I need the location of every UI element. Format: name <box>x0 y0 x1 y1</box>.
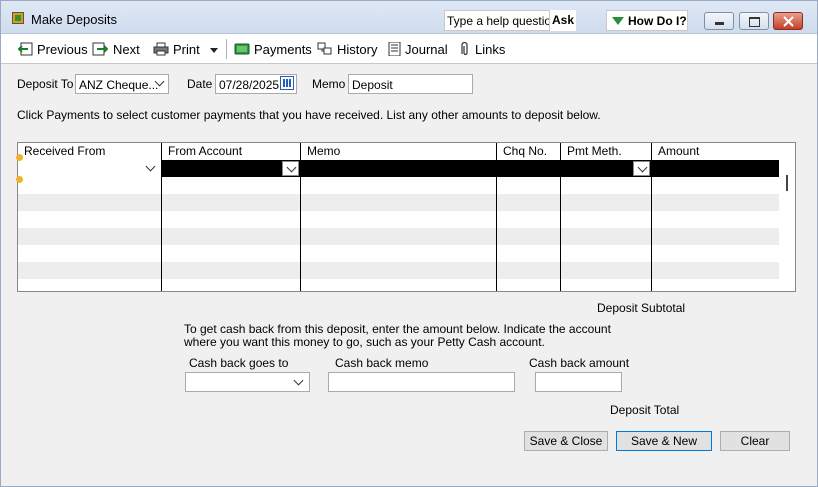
print-label: Print <box>173 42 200 57</box>
clear-button[interactable]: Clear <box>720 431 790 451</box>
app-icon <box>12 12 24 24</box>
cash-back-memo-input[interactable] <box>328 372 515 392</box>
cash-back-amount-input[interactable] <box>535 372 622 392</box>
column-header-received-from: Received From <box>24 144 106 158</box>
toolbar: Previous Next Print Payments History Jou… <box>1 34 817 64</box>
instructions-text: Click Payments to select customer paymen… <box>17 108 601 122</box>
how-do-i-label: How Do I? <box>628 14 687 28</box>
cash-back-amount-label: Cash back amount <box>529 356 630 370</box>
close-icon <box>783 16 794 27</box>
printer-icon <box>153 42 169 56</box>
column-header-pmt-meth: Pmt Meth. <box>567 144 622 158</box>
next-label: Next <box>113 42 140 57</box>
row-marker-icon <box>16 176 23 183</box>
history-icon <box>317 42 332 55</box>
selected-row-highlight <box>162 160 779 177</box>
make-deposits-window: Make Deposits Type a help question Ask H… <box>0 0 818 487</box>
previous-arrow-icon <box>18 42 33 56</box>
memo-label: Memo <box>312 77 346 91</box>
column-header-amount: Amount <box>658 144 700 158</box>
table-row[interactable] <box>18 228 779 245</box>
table-row[interactable] <box>18 279 779 291</box>
save-new-button[interactable]: Save & New <box>616 431 712 451</box>
memo-value: Deposit <box>352 78 393 92</box>
deposit-table[interactable]: Received From From Account Memo Chq No. … <box>17 142 796 292</box>
memo-input[interactable]: Deposit <box>348 74 473 94</box>
maximize-icon <box>749 17 760 27</box>
from-account-dropdown-button[interactable] <box>282 161 299 176</box>
chevron-down-icon <box>293 375 304 386</box>
cash-back-account-select[interactable] <box>185 372 310 392</box>
toolbar-separator <box>226 39 227 59</box>
history-label: History <box>337 42 378 57</box>
deposit-total-label: Deposit Total <box>610 403 680 417</box>
print-button[interactable]: Print <box>153 42 205 58</box>
previous-button[interactable]: Previous <box>18 42 88 58</box>
maximize-button[interactable] <box>739 12 769 30</box>
pmt-meth-dropdown-button[interactable] <box>633 161 650 176</box>
next-button[interactable]: Next <box>92 42 140 58</box>
minimize-icon <box>715 22 724 25</box>
previous-label: Previous <box>37 42 88 57</box>
cash-back-instruction-line2: where you want this money to go, such as… <box>184 335 545 349</box>
cash-back-goes-to-label: Cash back goes to <box>189 356 289 370</box>
payments-label: Payments <box>254 42 312 57</box>
links-label: Links <box>475 42 506 57</box>
history-button[interactable]: History <box>317 42 377 58</box>
deposit-to-label: Deposit To <box>17 77 74 91</box>
cash-back-memo-label: Cash back memo <box>335 356 429 370</box>
minimize-button[interactable] <box>704 12 734 30</box>
table-row[interactable] <box>18 177 779 194</box>
table-row[interactable] <box>18 194 779 211</box>
table-row[interactable] <box>18 245 779 262</box>
column-header-from-account: From Account <box>168 144 243 158</box>
cash-back-instruction-line1: To get cash back from this deposit, ente… <box>184 322 611 336</box>
journal-button[interactable]: Journal <box>387 42 448 58</box>
ask-button[interactable]: Ask <box>549 10 576 31</box>
table-row[interactable] <box>18 211 779 228</box>
print-dropdown-arrow-icon[interactable] <box>210 48 218 53</box>
title-bar: Make Deposits Type a help question Ask H… <box>1 1 817 34</box>
date-value: 07/28/2025 <box>219 78 280 92</box>
date-label: Date <box>187 77 213 91</box>
calendar-icon[interactable] <box>280 76 294 90</box>
column-header-chq-no: Chq No. <box>503 144 548 158</box>
close-button[interactable] <box>773 12 803 30</box>
column-header-memo: Memo <box>307 144 341 158</box>
payments-button[interactable]: Payments <box>234 42 312 58</box>
deposit-to-value: ANZ Cheque... <box>79 78 159 92</box>
how-do-i-button[interactable]: How Do I? <box>606 10 688 31</box>
payments-icon <box>234 43 250 55</box>
row-marker-icon <box>16 154 23 161</box>
deposit-to-select[interactable]: ANZ Cheque... <box>75 74 169 94</box>
triangle-down-icon <box>612 17 624 25</box>
window-title: Make Deposits <box>31 12 117 27</box>
links-button[interactable]: Links <box>457 42 507 58</box>
save-close-button[interactable]: Save & Close <box>524 431 608 451</box>
help-placeholder: Type a help question <box>447 14 558 28</box>
paperclip-icon <box>461 42 468 56</box>
deposit-subtotal-label: Deposit Subtotal <box>597 301 686 315</box>
next-arrow-icon <box>92 42 108 56</box>
journal-icon <box>388 42 401 56</box>
scrollbar-thumb[interactable] <box>786 175 788 191</box>
journal-label: Journal <box>405 42 448 57</box>
table-row[interactable] <box>18 262 779 279</box>
